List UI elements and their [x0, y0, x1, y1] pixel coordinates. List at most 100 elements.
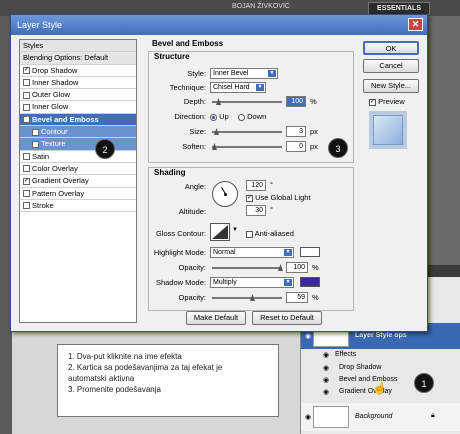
anti-aliased-label: Anti-aliased: [254, 229, 294, 238]
close-icon[interactable]: ✕: [408, 18, 423, 31]
checkbox[interactable]: [23, 153, 30, 161]
layer-row-background[interactable]: ◉ Background 🔒︎: [301, 403, 460, 431]
altitude-unit: °: [270, 205, 273, 214]
style-item-inner-shadow[interactable]: Inner Shadow: [20, 77, 136, 90]
style-item-stroke[interactable]: Stroke: [20, 200, 136, 213]
angle-input[interactable]: 120: [246, 180, 266, 191]
soften-slider[interactable]: [212, 143, 282, 150]
size-slider[interactable]: [212, 128, 282, 135]
style-item-bevel-and-emboss[interactable]: ✓ Bevel and Emboss: [20, 113, 136, 127]
checkbox[interactable]: ✓: [23, 67, 30, 75]
checkbox-checked-icon[interactable]: ✓: [369, 98, 376, 106]
contour-curve-icon: [212, 225, 228, 239]
checkbox[interactable]: [23, 165, 30, 173]
section-title: Bevel and Emboss: [152, 39, 224, 48]
style-item-drop-shadow[interactable]: ✓ Drop Shadow: [20, 65, 136, 77]
style-item-satin[interactable]: Satin: [20, 151, 136, 163]
hand-cursor-icon: ☝: [372, 381, 387, 395]
step-badge-1: 1: [414, 373, 434, 393]
effects-row[interactable]: ◉ Effects: [301, 351, 460, 363]
checkbox[interactable]: [23, 91, 30, 99]
highlight-opacity-slider[interactable]: [212, 264, 283, 271]
radio-on-icon[interactable]: [210, 113, 217, 121]
step-badge-2: 2: [95, 139, 115, 159]
shadow-color-swatch[interactable]: [300, 277, 320, 287]
use-global-light-label: Use Global Light: [255, 193, 311, 202]
anti-aliased[interactable]: Anti-aliased: [246, 229, 294, 238]
style-item-contour[interactable]: Contour: [20, 126, 136, 139]
technique-value: Chisel Hard: [213, 84, 250, 91]
eye-icon[interactable]: ◉: [323, 364, 329, 372]
style-item-texture[interactable]: Texture: [20, 138, 136, 151]
checkbox[interactable]: [23, 104, 30, 111]
highlight-opacity-input[interactable]: 100: [286, 262, 308, 273]
settings-pane: Bevel and Emboss Structure Style: Inner …: [146, 39, 354, 325]
chevron-down-icon[interactable]: ▼: [232, 227, 238, 233]
checkbox[interactable]: [23, 79, 30, 87]
checkbox[interactable]: [23, 190, 30, 198]
style-item-inner-glow[interactable]: Inner Glow: [20, 101, 136, 114]
cancel-button[interactable]: Cancel: [363, 59, 419, 73]
dialog-titlebar[interactable]: Layer Style ✕: [11, 15, 427, 35]
blending-options[interactable]: Blending Options: Default: [20, 52, 136, 65]
style-label: Style:: [187, 69, 206, 78]
depth-slider[interactable]: [212, 98, 282, 105]
altitude-input[interactable]: 30: [246, 205, 266, 216]
style-item-label: Stroke: [32, 200, 54, 210]
technique-select[interactable]: Chisel Hard ▼: [210, 82, 266, 93]
style-item-outer-glow[interactable]: Outer Glow: [20, 89, 136, 102]
new-style-button[interactable]: New Style...: [363, 79, 419, 93]
checkbox[interactable]: [32, 128, 39, 136]
chevron-down-icon: ▼: [256, 84, 264, 91]
size-label: Size:: [189, 127, 206, 136]
note-line: 3. Promenite podešavanja: [68, 385, 161, 394]
radio-off-icon[interactable]: [238, 113, 245, 121]
checkbox[interactable]: [23, 202, 30, 210]
size-input[interactable]: 3: [286, 126, 306, 137]
chevron-down-icon: ▼: [284, 279, 292, 286]
checkbox[interactable]: ✓: [23, 116, 30, 124]
style-item-gradient-overlay[interactable]: ✓ Gradient Overlay: [20, 175, 136, 188]
checkbox-checked-icon[interactable]: ✓: [246, 194, 253, 202]
eye-icon[interactable]: ◉: [323, 376, 329, 384]
gloss-contour-swatch[interactable]: [210, 223, 230, 241]
style-item-pattern-overlay[interactable]: Pattern Overlay: [20, 188, 136, 200]
note-line: 2. Kartica sa podešavanjima za taj efeka…: [68, 363, 223, 372]
direction-down[interactable]: Down: [238, 112, 266, 121]
style-item-label: Bevel and Emboss: [32, 114, 99, 124]
altitude-label: Altitude:: [178, 207, 206, 216]
size-unit: px: [310, 127, 318, 136]
style-item-color-overlay[interactable]: Color Overlay: [20, 163, 136, 176]
checkbox[interactable]: ✓: [23, 177, 30, 185]
eye-icon[interactable]: ◉: [305, 413, 311, 421]
checkbox-icon[interactable]: [246, 230, 253, 238]
angle-dial[interactable]: [212, 181, 238, 207]
checkbox[interactable]: [32, 140, 39, 148]
highlight-opacity-unit: %: [312, 263, 319, 272]
highlight-color-swatch[interactable]: [300, 247, 320, 257]
eye-icon[interactable]: ◉: [305, 332, 311, 340]
reset-to-default-button[interactable]: Reset to Default: [252, 311, 322, 325]
depth-label: Depth:: [183, 97, 206, 106]
highlight-mode-select[interactable]: Normal ▼: [210, 247, 294, 258]
highlight-mode-label: Highlight Mode:: [153, 248, 206, 257]
shadow-opacity-slider[interactable]: [212, 294, 282, 301]
make-default-button[interactable]: Make Default: [186, 311, 246, 325]
shadow-mode-select[interactable]: Multiply ▼: [210, 277, 294, 288]
eye-icon[interactable]: ◉: [323, 388, 329, 396]
background-layer-name[interactable]: Background: [355, 413, 392, 420]
depth-input[interactable]: 100: [286, 96, 306, 107]
soften-input[interactable]: 0: [286, 141, 306, 152]
use-global-light[interactable]: ✓ Use Global Light: [246, 193, 311, 202]
preview-toggle[interactable]: ✓ Preview: [369, 97, 405, 106]
styles-header[interactable]: Styles: [20, 40, 136, 53]
layer-name[interactable]: Layer Style ops: [355, 332, 407, 339]
direction-up[interactable]: Up: [210, 112, 229, 121]
shadow-opacity-input[interactable]: 59: [286, 292, 308, 303]
effects-eye-icon[interactable]: ◉: [323, 351, 329, 359]
style-select[interactable]: Inner Bevel ▼: [210, 68, 278, 79]
ok-button[interactable]: OK: [363, 41, 419, 55]
effect-row-drop-shadow[interactable]: ◉ Drop Shadow: [301, 364, 460, 376]
layer-thumbnail: [313, 406, 349, 428]
styles-list: Styles Blending Options: Default ✓ Drop S…: [19, 39, 137, 323]
